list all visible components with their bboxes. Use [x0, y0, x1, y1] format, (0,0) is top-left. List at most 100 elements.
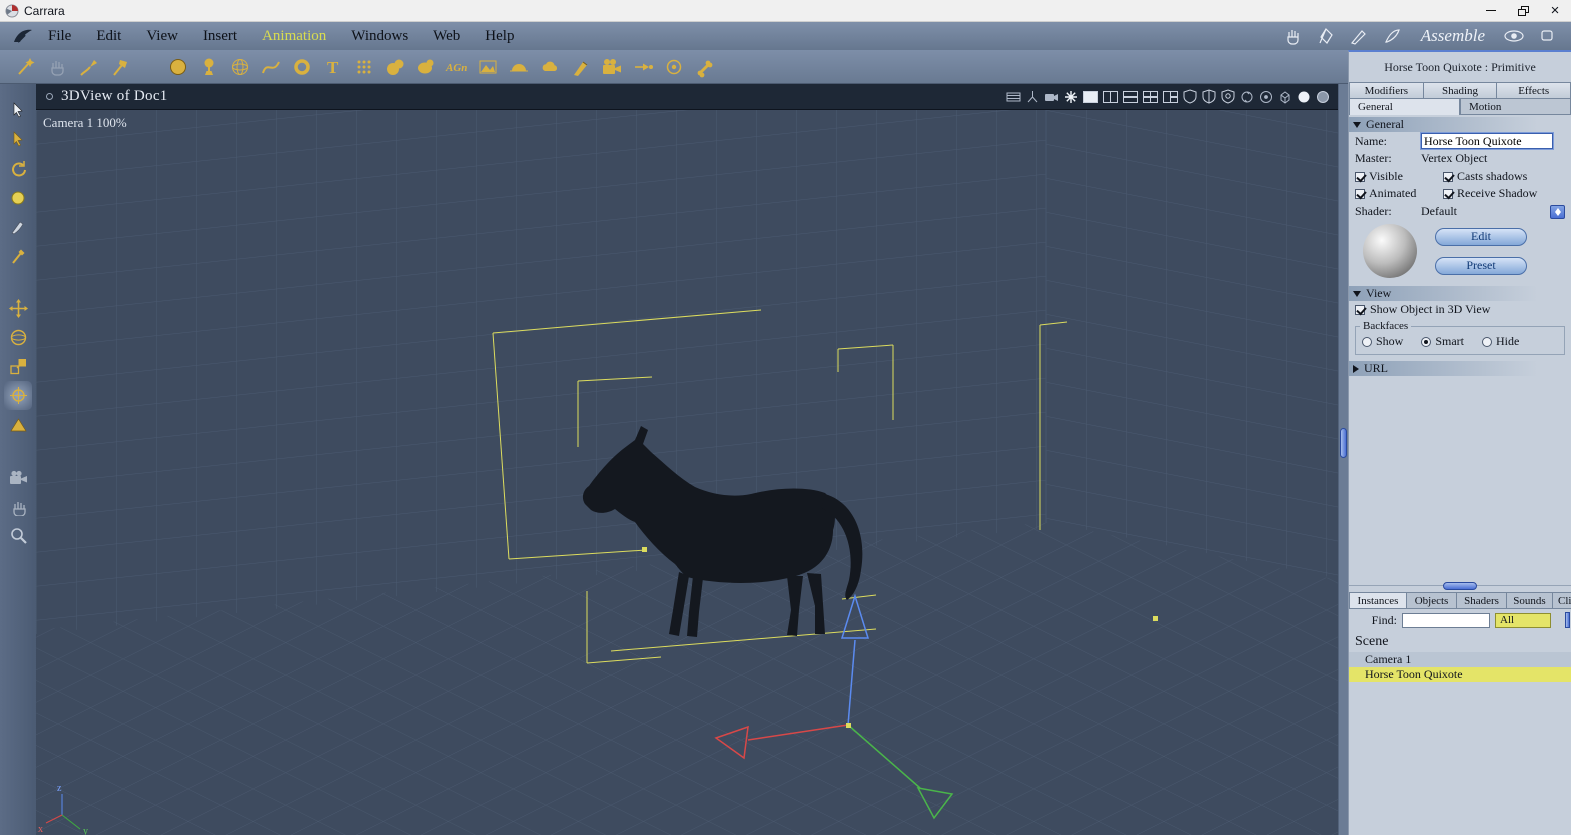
tab-effects[interactable]: Effects [1497, 82, 1571, 99]
hotpoint-icon[interactable] [4, 381, 32, 410]
camera-tool-icon[interactable] [596, 52, 627, 82]
backfaces-smart-radio[interactable]: Smart [1421, 334, 1464, 349]
blob-icon[interactable] [410, 52, 441, 82]
camera-icon[interactable] [4, 463, 32, 492]
tab-motion[interactable]: Motion [1460, 99, 1571, 115]
visible-checkbox[interactable]: Visible [1355, 169, 1443, 184]
pen-icon[interactable] [1347, 26, 1371, 46]
casts-shadows-checkbox[interactable]: Casts shadows [1443, 169, 1565, 184]
section-view-header[interactable]: View [1349, 286, 1571, 301]
show-object-checkbox[interactable]: Show Object in 3D View [1355, 302, 1490, 317]
particles-icon[interactable] [348, 52, 379, 82]
backfaces-hide-radio[interactable]: Hide [1482, 334, 1519, 349]
pyramid-icon[interactable] [4, 410, 32, 439]
brush-icon[interactable] [72, 52, 103, 82]
dropper-icon[interactable] [4, 241, 32, 270]
move-icon[interactable] [4, 294, 32, 323]
scene-root[interactable]: Scene [1349, 631, 1571, 652]
filter-dropdown[interactable]: All [1495, 612, 1551, 628]
rotate-view-icon[interactable] [4, 154, 32, 183]
hand-icon[interactable] [1281, 26, 1305, 46]
pen-tool-icon[interactable] [565, 52, 596, 82]
menu-help[interactable]: Help [485, 28, 514, 45]
follow-icon[interactable] [627, 52, 658, 82]
backfaces-show-radio[interactable]: Show [1362, 334, 1403, 349]
panel-splitter-horizontal[interactable] [1349, 580, 1571, 592]
torus-icon[interactable] [286, 52, 317, 82]
3d-canvas[interactable]: Camera 1 100% z y x [36, 110, 1338, 835]
bone-icon[interactable] [689, 52, 720, 82]
sphere-wire-icon[interactable] [1316, 90, 1330, 104]
menu-edit[interactable]: Edit [96, 28, 121, 45]
tree-item-camera[interactable]: Camera 1 [1349, 652, 1571, 667]
geosphere-icon[interactable] [224, 52, 255, 82]
metaball-icon[interactable] [379, 52, 410, 82]
box-icon[interactable] [1278, 90, 1292, 104]
cloud-icon[interactable] [534, 52, 565, 82]
target-light-icon[interactable] [658, 52, 689, 82]
menu-file[interactable]: File [48, 28, 71, 45]
wand-icon[interactable] [10, 52, 41, 82]
hatchet-icon[interactable] [103, 52, 134, 82]
tab-sounds[interactable]: Sounds [1507, 592, 1553, 609]
splitter-handle-vertical[interactable] [1340, 428, 1347, 458]
tab-general[interactable]: General [1349, 99, 1460, 115]
menu-web[interactable]: Web [433, 28, 460, 45]
menu-insert[interactable]: Insert [203, 28, 237, 45]
layout-hsplit-icon[interactable] [1123, 90, 1138, 103]
film-icon[interactable] [1006, 90, 1021, 104]
menu-view[interactable]: View [146, 28, 178, 45]
axes-icon[interactable] [1026, 90, 1039, 104]
rotate-icon[interactable] [4, 323, 32, 352]
layout-1left-2right-icon[interactable] [1163, 90, 1178, 103]
tab-shaders[interactable]: Shaders [1457, 592, 1507, 609]
terrain-icon[interactable] [472, 52, 503, 82]
vertex-object-icon[interactable] [193, 52, 224, 82]
zoom-icon[interactable] [4, 521, 32, 550]
ball-icon[interactable] [4, 183, 32, 212]
layout-vsplit-icon[interactable] [1103, 90, 1118, 103]
quill-icon[interactable] [1380, 26, 1404, 46]
skydome-icon[interactable] [503, 52, 534, 82]
tab-scroll-thumb[interactable] [1565, 612, 1570, 628]
tab-instances[interactable]: Instances [1349, 592, 1407, 609]
tab-shading[interactable]: Shading [1423, 82, 1498, 99]
hand-tool-icon[interactable] [41, 52, 72, 82]
shield-icon[interactable] [1183, 89, 1197, 104]
sphere-solid-icon[interactable] [1297, 90, 1311, 104]
viewport-dot-icon[interactable] [46, 93, 53, 100]
shield3-icon[interactable] [1221, 89, 1235, 104]
section-general-header[interactable]: General [1349, 117, 1571, 132]
tab-clips[interactable]: Clip [1553, 592, 1571, 609]
compass-icon[interactable] [1259, 90, 1273, 104]
menu-windows[interactable]: Windows [351, 28, 408, 45]
spline-icon[interactable] [255, 52, 286, 82]
text-tool-icon[interactable]: T [317, 52, 348, 82]
edit-shader-button[interactable]: Edit [1435, 227, 1527, 246]
restore-button[interactable] [1507, 0, 1539, 21]
preview-box-icon[interactable] [1535, 26, 1559, 46]
receive-shadow-checkbox[interactable]: Receive Shadow [1443, 186, 1565, 201]
animated-checkbox[interactable]: Animated [1355, 186, 1443, 201]
shader-combo-button[interactable] [1550, 204, 1565, 219]
minimize-button[interactable] [1475, 0, 1507, 21]
panel-splitter-vertical[interactable] [1338, 84, 1348, 835]
preset-button[interactable]: Preset [1435, 256, 1527, 275]
tab-modifiers[interactable]: Modifiers [1349, 82, 1424, 99]
pan-hand-icon[interactable] [4, 492, 32, 521]
select-arrow-icon[interactable] [4, 96, 32, 125]
snowflake-icon[interactable] [1064, 90, 1078, 104]
section-url-header[interactable]: URL [1349, 361, 1571, 376]
splitter-handle-horizontal[interactable] [1443, 582, 1477, 590]
sphere-tool-icon[interactable] [162, 52, 193, 82]
orbit-icon[interactable] [1240, 90, 1254, 104]
tree-item-horse[interactable]: Horse Toon Quixote [1349, 667, 1571, 682]
menu-animation[interactable]: Animation [262, 28, 326, 45]
layout-4pane-icon[interactable] [1143, 90, 1158, 103]
close-button[interactable]: × [1539, 0, 1571, 21]
tab-objects[interactable]: Objects [1407, 592, 1457, 609]
paint-arrow-icon[interactable] [4, 125, 32, 154]
layout-single-icon[interactable] [1083, 90, 1098, 103]
knife-icon[interactable] [4, 212, 32, 241]
shield2-icon[interactable] [1202, 89, 1216, 104]
